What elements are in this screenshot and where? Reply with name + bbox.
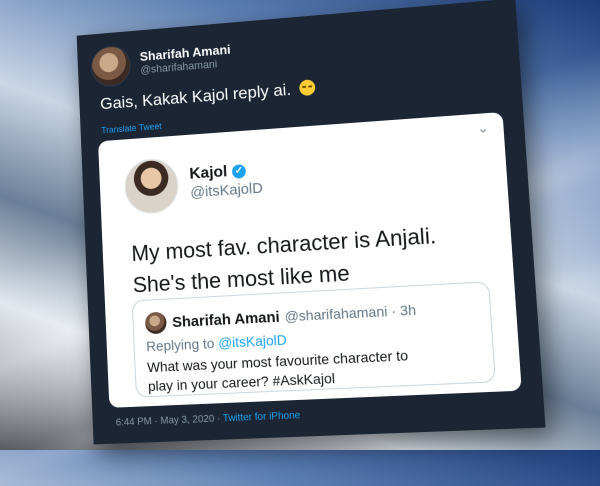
timestamp[interactable]: 6:44 PM · May 3, 2020 · — [116, 413, 221, 428]
author-names: Sharifah Amani @sharifahamani — [139, 42, 231, 77]
reply-context-card[interactable]: Sharifah Amani @sharifahamani · 3h Reply… — [131, 281, 496, 398]
outer-tweet-header: Sharifah Amani @sharifahamani — [90, 36, 232, 88]
quoted-tweet-card[interactable]: ⌄ Kajol ✓ @itsKajolD My most fav. charac… — [98, 111, 522, 408]
replying-to: Replying to @itsKajolD — [146, 331, 287, 354]
mention-link[interactable]: @itsKajolD — [218, 331, 287, 350]
avatar[interactable] — [90, 44, 132, 88]
avatar[interactable] — [144, 311, 167, 335]
display-name[interactable]: Kajol — [189, 163, 228, 184]
chevron-down-icon[interactable]: ⌄ — [476, 119, 489, 137]
avatar[interactable] — [123, 157, 180, 216]
outer-tweet[interactable]: Sharifah Amani @sharifahamani Gais, Kaka… — [76, 0, 546, 445]
smiling-face-emoji-icon — [299, 79, 316, 97]
replying-to-label: Replying to — [145, 335, 215, 355]
handle-and-time: @sharifahamani · 3h — [284, 301, 417, 325]
translate-tweet-link[interactable]: Translate Tweet — [101, 121, 162, 135]
quoted-tweet-header: Kajol ✓ @itsKajolD — [123, 151, 264, 216]
tweet-text-content: Gais, Kakak Kajol reply ai. — [99, 80, 292, 114]
verified-badge-icon: ✓ — [231, 164, 247, 179]
author-names: Kajol ✓ @itsKajolD — [189, 160, 263, 201]
display-name[interactable]: Sharifah Amani — [172, 308, 280, 330]
reply-context-header: Sharifah Amani @sharifahamani · 3h — [144, 298, 417, 335]
source-link[interactable]: Twitter for iPhone — [223, 410, 301, 424]
tweet-footer: 6:44 PM · May 3, 2020 · Twitter for iPho… — [116, 410, 301, 428]
